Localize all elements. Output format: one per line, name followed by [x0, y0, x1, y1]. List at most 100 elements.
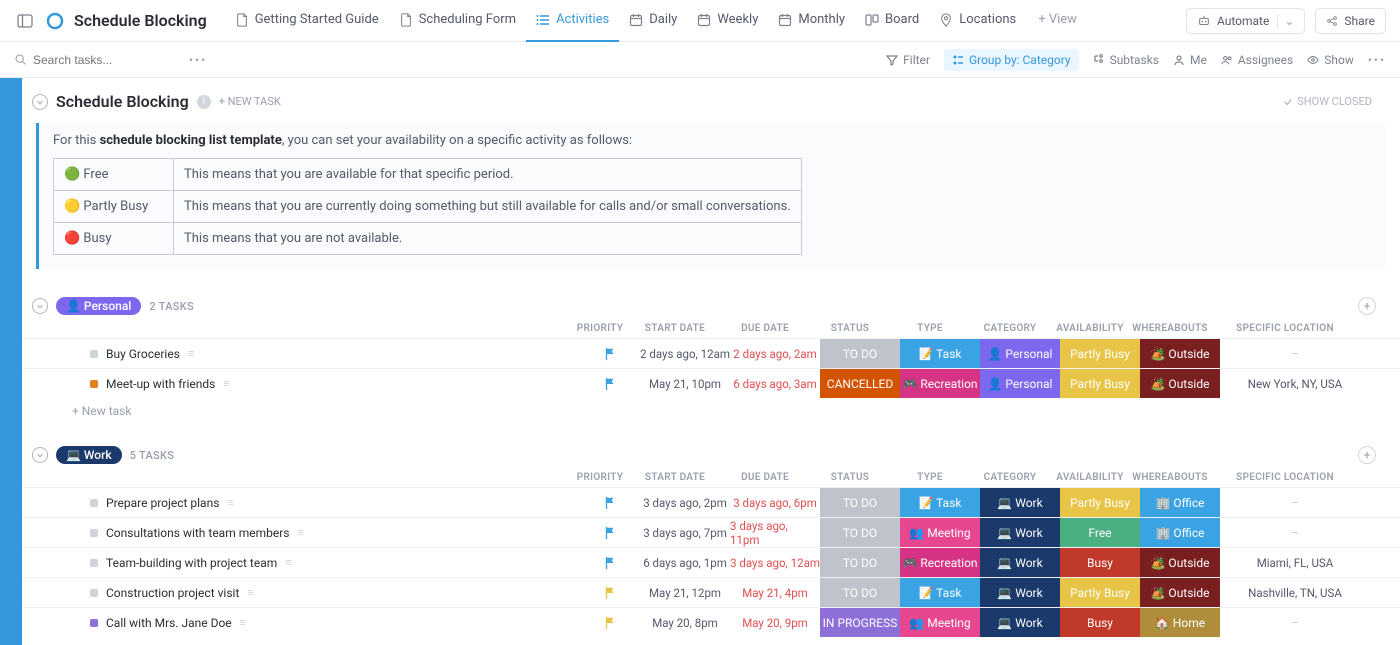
automate-button[interactable]: Automate ⌄: [1186, 8, 1305, 34]
location-cell[interactable]: –: [1220, 518, 1370, 547]
task-row[interactable]: Call with Mrs. Jane Doe ≡ May 20, 8pm Ma…: [22, 607, 1400, 637]
task-row[interactable]: Meet-up with friends ≡ May 21, 10pm 6 da…: [22, 368, 1400, 398]
task-menu-icon[interactable]: ≡: [223, 377, 229, 390]
group-by-button[interactable]: Group by: Category: [944, 49, 1079, 71]
status-cell[interactable]: TO DO: [820, 548, 900, 577]
share-button[interactable]: Share: [1315, 8, 1386, 34]
location-cell[interactable]: Miami, FL, USA: [1220, 548, 1370, 577]
tab-weekly[interactable]: Weekly: [687, 0, 768, 42]
type-cell[interactable]: 📝 Task: [900, 339, 980, 368]
me-button[interactable]: Me: [1173, 53, 1207, 67]
task-row[interactable]: Team-building with project team ≡ 6 days…: [22, 547, 1400, 577]
panel-toggle-icon[interactable]: [14, 10, 36, 32]
whereabouts-cell[interactable]: 🏕️ Outside: [1140, 548, 1220, 577]
location-cell[interactable]: –: [1220, 339, 1370, 368]
tab-scheduling-form[interactable]: Scheduling Form: [389, 0, 526, 42]
start-date-cell[interactable]: 6 days ago, 1pm: [640, 548, 730, 577]
whereabouts-cell[interactable]: 🏕️ Outside: [1140, 339, 1220, 368]
show-button[interactable]: Show: [1307, 53, 1354, 67]
status-cell[interactable]: IN PROGRESS: [820, 608, 900, 637]
task-menu-icon[interactable]: ≡: [297, 526, 303, 539]
type-cell[interactable]: 🎮 Recreation: [900, 548, 980, 577]
category-cell[interactable]: 💻 Work: [980, 488, 1060, 517]
chevron-down-icon[interactable]: ⌄: [1277, 14, 1294, 28]
whereabouts-cell[interactable]: 🏢 Office: [1140, 518, 1220, 547]
assignees-button[interactable]: Assignees: [1221, 53, 1293, 67]
availability-cell[interactable]: Free: [1060, 518, 1140, 547]
task-menu-icon[interactable]: ≡: [227, 496, 233, 509]
group-pill[interactable]: 💻 Work: [56, 446, 122, 464]
toolbar-more-icon[interactable]: •••: [1368, 53, 1386, 67]
due-date-cell[interactable]: 3 days ago, 6pm: [730, 488, 820, 517]
type-cell[interactable]: 👥 Meeting: [900, 608, 980, 637]
whereabouts-cell[interactable]: 🏕️ Outside: [1140, 369, 1220, 398]
start-date-cell[interactable]: May 21, 12pm: [640, 578, 730, 607]
start-date-cell[interactable]: 2 days ago, 12am: [640, 339, 730, 368]
category-cell[interactable]: 💻 Work: [980, 518, 1060, 547]
location-cell[interactable]: –: [1220, 608, 1370, 637]
category-cell[interactable]: 💻 Work: [980, 578, 1060, 607]
info-icon[interactable]: i: [197, 95, 211, 109]
task-row[interactable]: Prepare project plans ≡ 3 days ago, 2pm …: [22, 487, 1400, 517]
collapse-toggle-icon[interactable]: [32, 94, 48, 110]
category-cell[interactable]: 👤 Personal: [980, 369, 1060, 398]
availability-cell[interactable]: Partly Busy: [1060, 369, 1140, 398]
type-cell[interactable]: 🎮 Recreation: [900, 369, 980, 398]
new-task-row[interactable]: + New task: [22, 637, 1400, 645]
due-date-cell[interactable]: 2 days ago, 2am: [730, 339, 820, 368]
group-pill[interactable]: 👤 Personal: [56, 297, 141, 315]
priority-cell[interactable]: [580, 518, 640, 547]
filter-button[interactable]: Filter: [886, 53, 930, 67]
task-menu-icon[interactable]: ≡: [247, 586, 253, 599]
location-cell[interactable]: –: [1220, 488, 1370, 517]
type-cell[interactable]: 📝 Task: [900, 488, 980, 517]
due-date-cell[interactable]: 3 days ago, 11pm: [730, 518, 820, 547]
show-closed-button[interactable]: SHOW CLOSED: [1283, 95, 1390, 108]
tab-activities[interactable]: Activities: [526, 0, 619, 42]
status-cell[interactable]: CANCELLED: [820, 369, 900, 398]
add-view-button[interactable]: + View: [1028, 0, 1087, 42]
task-row[interactable]: Buy Groceries ≡ 2 days ago, 12am 2 days …: [22, 338, 1400, 368]
tab-getting-started-guide[interactable]: Getting Started Guide: [225, 0, 389, 42]
group-collapse-icon[interactable]: [32, 298, 48, 314]
due-date-cell[interactable]: 3 days ago, 12am: [730, 548, 820, 577]
status-cell[interactable]: TO DO: [820, 518, 900, 547]
availability-cell[interactable]: Partly Busy: [1060, 339, 1140, 368]
priority-cell[interactable]: [580, 548, 640, 577]
due-date-cell[interactable]: May 21, 4pm: [730, 578, 820, 607]
task-menu-icon[interactable]: ≡: [285, 556, 291, 569]
start-date-cell[interactable]: May 21, 10pm: [640, 369, 730, 398]
task-row[interactable]: Consultations with team members ≡ 3 days…: [22, 517, 1400, 547]
category-cell[interactable]: 💻 Work: [980, 548, 1060, 577]
status-cell[interactable]: TO DO: [820, 488, 900, 517]
location-cell[interactable]: Nashville, TN, USA: [1220, 578, 1370, 607]
search-input[interactable]: [33, 53, 153, 67]
status-cell[interactable]: TO DO: [820, 339, 900, 368]
whereabouts-cell[interactable]: 🏕️ Outside: [1140, 578, 1220, 607]
add-column-button[interactable]: +: [1358, 446, 1376, 464]
availability-cell[interactable]: Partly Busy: [1060, 488, 1140, 517]
category-cell[interactable]: 👤 Personal: [980, 339, 1060, 368]
whereabouts-cell[interactable]: 🏢 Office: [1140, 488, 1220, 517]
start-date-cell[interactable]: May 20, 8pm: [640, 608, 730, 637]
location-cell[interactable]: New York, NY, USA: [1220, 369, 1370, 398]
tab-board[interactable]: Board: [855, 0, 929, 42]
group-collapse-icon[interactable]: [32, 447, 48, 463]
priority-cell[interactable]: [580, 369, 640, 398]
type-cell[interactable]: 👥 Meeting: [900, 518, 980, 547]
task-menu-icon[interactable]: ≡: [240, 616, 246, 629]
due-date-cell[interactable]: 6 days ago, 3am: [730, 369, 820, 398]
tab-locations[interactable]: Locations: [929, 0, 1026, 42]
task-menu-icon[interactable]: ≡: [188, 347, 194, 360]
availability-cell[interactable]: Partly Busy: [1060, 578, 1140, 607]
more-icon[interactable]: •••: [189, 53, 207, 67]
priority-cell[interactable]: [580, 608, 640, 637]
whereabouts-cell[interactable]: 🏠 Home: [1140, 608, 1220, 637]
status-cell[interactable]: TO DO: [820, 578, 900, 607]
availability-cell[interactable]: Busy: [1060, 548, 1140, 577]
priority-cell[interactable]: [580, 578, 640, 607]
priority-cell[interactable]: [580, 339, 640, 368]
availability-cell[interactable]: Busy: [1060, 608, 1140, 637]
type-cell[interactable]: 📝 Task: [900, 578, 980, 607]
category-cell[interactable]: 💻 Work: [980, 608, 1060, 637]
